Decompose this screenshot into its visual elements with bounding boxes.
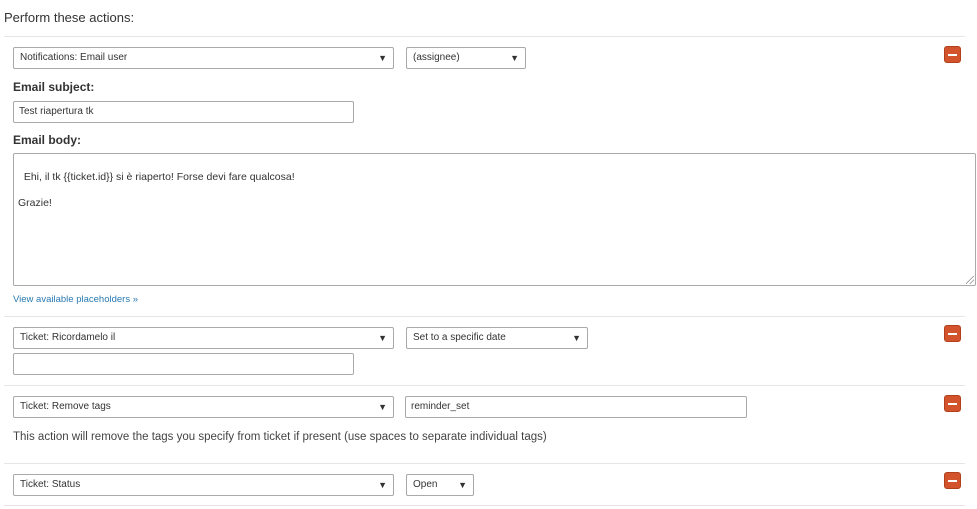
email-subject-label: Email subject: xyxy=(13,80,95,94)
date-mode-select[interactable]: Set to a specific date ▼ xyxy=(406,327,588,349)
status-select[interactable]: Open ▼ xyxy=(406,474,474,496)
remove-action-button[interactable] xyxy=(944,325,961,342)
tags-input[interactable]: reminder_set xyxy=(405,396,747,418)
action-select-value: Notifications: Email user xyxy=(20,52,128,63)
action-select-remove-tags[interactable]: Ticket: Remove tags ▼ xyxy=(13,396,394,418)
minus-icon xyxy=(948,54,957,56)
remove-action-button[interactable] xyxy=(944,395,961,412)
email-body-text: Ehi, il tk {{ticket.id}} si è riaperto! … xyxy=(18,171,295,209)
minus-icon xyxy=(948,333,957,335)
action-select-email-user[interactable]: Notifications: Email user ▼ xyxy=(13,47,394,69)
action-select-value: Ticket: Ricordamelo il xyxy=(20,332,116,343)
divider xyxy=(4,463,965,464)
remove-action-button[interactable] xyxy=(944,472,961,489)
date-input[interactable] xyxy=(13,353,354,375)
remove-tags-help-text: This action will remove the tags you spe… xyxy=(13,431,547,443)
action-select-value: Ticket: Remove tags xyxy=(20,401,111,412)
caret-down-icon: ▼ xyxy=(458,480,467,490)
remove-action-button[interactable] xyxy=(944,46,961,63)
email-subject-input[interactable]: Test riapertura tk xyxy=(13,101,354,123)
date-mode-select-value: Set to a specific date xyxy=(413,332,506,343)
view-placeholders-link[interactable]: View available placeholders » xyxy=(13,294,138,305)
caret-down-icon: ▼ xyxy=(572,333,581,343)
divider xyxy=(4,36,965,37)
action-select-status[interactable]: Ticket: Status ▼ xyxy=(13,474,394,496)
resize-handle-icon[interactable] xyxy=(966,276,974,284)
action-select-value: Ticket: Status xyxy=(20,479,81,490)
caret-down-icon: ▼ xyxy=(378,333,387,343)
status-select-value: Open xyxy=(413,479,438,490)
divider xyxy=(4,316,965,317)
recipient-select-value: (assignee) xyxy=(413,52,460,63)
caret-down-icon: ▼ xyxy=(510,53,519,63)
minus-icon xyxy=(948,403,957,405)
caret-down-icon: ▼ xyxy=(378,402,387,412)
action-select-reminder[interactable]: Ticket: Ricordamelo il ▼ xyxy=(13,327,394,349)
caret-down-icon: ▼ xyxy=(378,480,387,490)
divider xyxy=(4,385,965,386)
email-body-textarea[interactable]: Ehi, il tk {{ticket.id}} si è riaperto! … xyxy=(13,153,976,286)
section-heading: Perform these actions: xyxy=(4,10,135,25)
divider xyxy=(4,505,965,506)
minus-icon xyxy=(948,480,957,482)
recipient-select[interactable]: (assignee) ▼ xyxy=(406,47,526,69)
email-body-label: Email body: xyxy=(13,133,82,147)
caret-down-icon: ▼ xyxy=(378,53,387,63)
